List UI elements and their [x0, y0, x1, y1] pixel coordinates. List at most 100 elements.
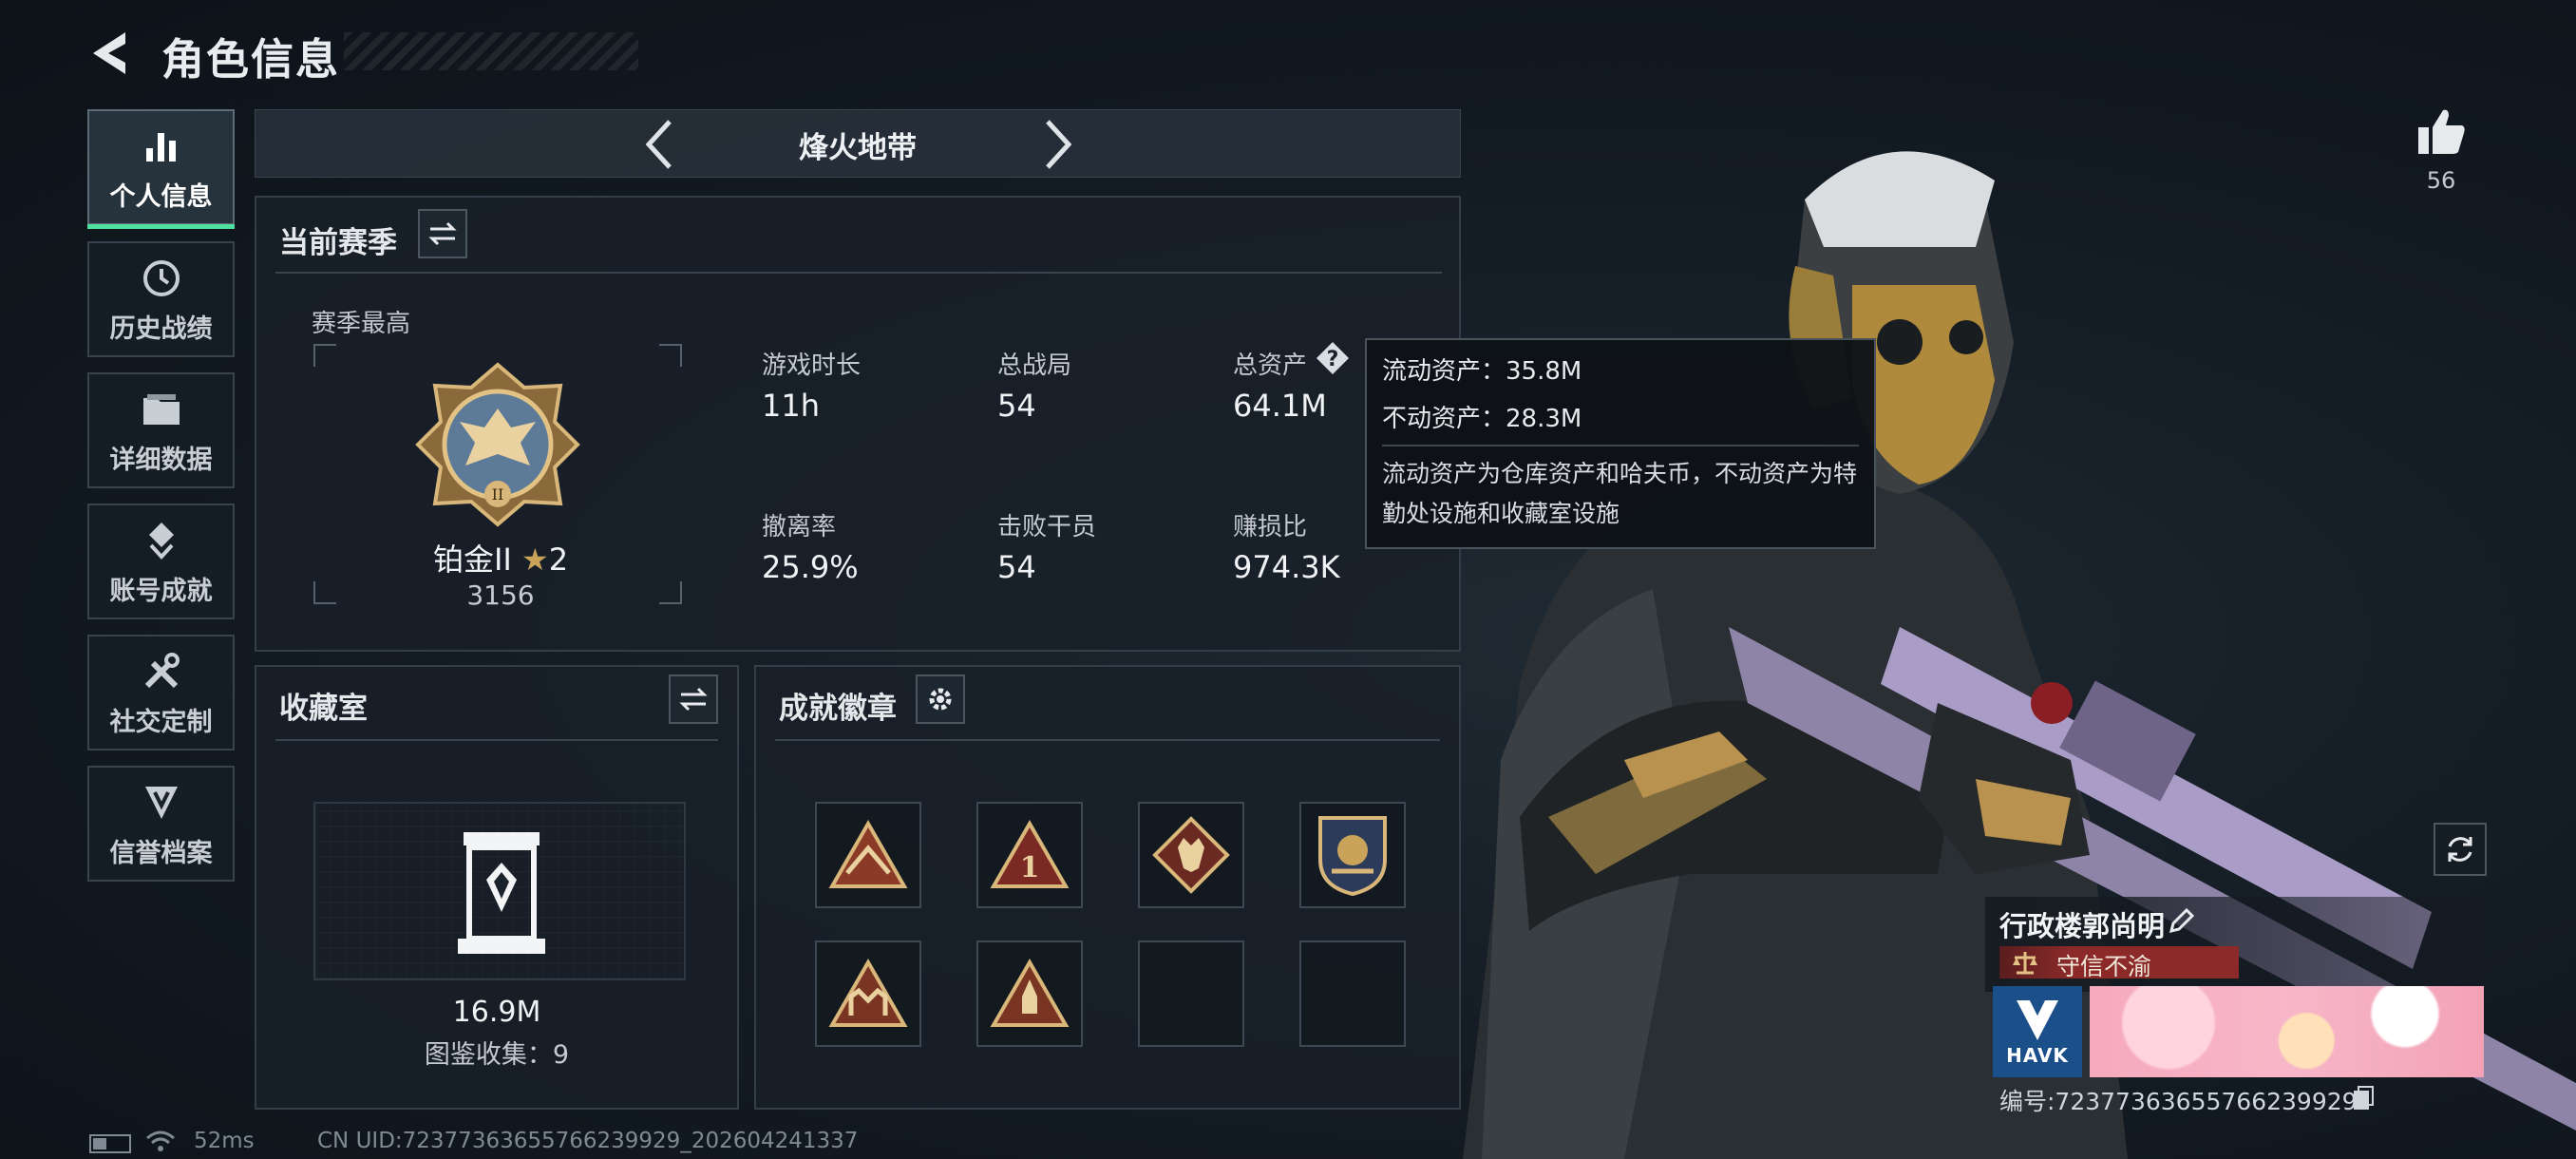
divider: [775, 739, 1440, 741]
edit-name-icon[interactable]: [2168, 906, 2196, 935]
swap-icon: [679, 687, 708, 712]
stat-value-extraction-rate: 25.9%: [762, 549, 859, 585]
stat-value-operators-defeated: 54: [997, 549, 1036, 585]
thumbs-up-icon: [2418, 109, 2465, 154]
page-header: 角色信息: [87, 23, 638, 85]
tooltip-description: 流动资产为仓库资产和哈夫币，不动资产为特勤处设施和收藏室设施: [1382, 460, 1858, 527]
shield-icon: [138, 779, 185, 826]
collection-title: 收藏室: [279, 692, 368, 726]
title-decoration: [344, 32, 638, 70]
achievements-title: 成就徽章: [779, 692, 897, 726]
rank-emblem-icon: II: [412, 359, 583, 530]
swap-icon: [428, 221, 457, 246]
stat-value-playtime: 11h: [762, 388, 820, 424]
stat-label-total-assets: 总资产: [1233, 352, 1308, 380]
achievement-icon: [138, 517, 185, 564]
divider: [275, 739, 718, 741]
divider: [275, 272, 1442, 274]
tooltip-liquid-assets: 流动资产：35.8M: [1382, 357, 1582, 386]
tools-icon: [138, 648, 185, 695]
season-switch-button[interactable]: [418, 209, 467, 258]
badge-slot-empty[interactable]: [1138, 940, 1244, 1047]
display-case-icon: [458, 832, 545, 954]
refresh-button[interactable]: [2434, 823, 2487, 876]
collection-value: 16.9M: [452, 996, 541, 1029]
motto-badge: 守信不渝: [1999, 946, 2239, 980]
team-logo: HAVK: [1993, 986, 2082, 1077]
badge-mountain-icon[interactable]: [815, 802, 921, 908]
back-arrow-icon[interactable]: [87, 28, 133, 78]
rank-name: 铂金II ★2: [420, 536, 581, 580]
frame-corner: [313, 581, 336, 604]
motto-text: 守信不渝: [2056, 953, 2152, 980]
current-season-panel: 当前赛季 赛季最高 II 铂金II ★2 3156 游戏时长 11h 总战局 5…: [255, 196, 1461, 652]
mode-selector: 烽火地带: [255, 109, 1461, 178]
tooltip-fixed-assets: 不动资产：28.3M: [1382, 405, 1582, 433]
sidebar-item-personal-info[interactable]: 个人信息: [87, 109, 235, 229]
player-name: 行政楼郭尚明: [1999, 910, 2166, 942]
sidebar-item-reputation[interactable]: 信誉档案: [87, 766, 235, 882]
sidebar-item-label: 信誉档案: [109, 838, 213, 868]
season-best-label: 赛季最高: [312, 310, 411, 338]
divider: [1382, 445, 1859, 446]
sidebar-item-social-custom[interactable]: 社交定制: [87, 635, 235, 750]
battery-icon: [89, 1134, 131, 1153]
mode-name: 烽火地带: [799, 131, 917, 165]
player-banner: [2090, 986, 2484, 1077]
ping-text: 52ms: [194, 1129, 255, 1153]
rank-title: 铂金II: [432, 542, 512, 578]
stat-label-total-games: 总战局: [997, 352, 1072, 380]
badge-fortress-icon[interactable]: [815, 940, 921, 1047]
sidebar-item-label: 账号成就: [109, 576, 213, 606]
sidebar-item-label: 历史战绩: [109, 314, 213, 344]
next-mode-button[interactable]: [1031, 118, 1084, 171]
collection-panel: 收藏室 16.9M 图鉴收集：9: [255, 665, 739, 1110]
stat-label-playtime: 游戏时长: [762, 352, 862, 380]
collection-preview[interactable]: [313, 802, 686, 980]
refresh-icon: [2448, 837, 2472, 862]
copy-icon[interactable]: [2352, 1085, 2375, 1112]
stat-value-total-games: 54: [997, 388, 1036, 424]
scales-icon: [2013, 952, 2037, 975]
badge-crest-icon[interactable]: [1299, 802, 1406, 908]
folder-icon: [138, 386, 185, 433]
help-icon[interactable]: ?: [1315, 340, 1351, 376]
sidebar-item-achievements[interactable]: 账号成就: [87, 504, 235, 619]
sidebar-item-label: 个人信息: [109, 181, 213, 212]
page-title: 角色信息: [161, 34, 341, 85]
svg-text:?: ?: [1327, 348, 1339, 371]
bar-chart-icon: [138, 123, 185, 170]
svg-text:1: 1: [1020, 851, 1040, 884]
wifi-icon: [144, 1129, 177, 1153]
stat-label-operators-defeated: 击败干员: [997, 513, 1097, 542]
assets-tooltip: 流动资产：35.8M 不动资产：28.3M 流动资产为仓库资产和哈夫币，不动资产…: [1365, 338, 1876, 549]
collection-switch-button[interactable]: [669, 674, 718, 724]
badge-number-one-icon[interactable]: 1: [976, 802, 1083, 908]
team-logo-text: HAVK: [2006, 1044, 2069, 1067]
sidebar-item-label: 详细数据: [109, 445, 213, 475]
uid-text: CN UID:72377363655766239929_202604241337: [317, 1129, 859, 1153]
svg-text:II: II: [492, 485, 504, 504]
achievements-settings-button[interactable]: [916, 674, 965, 724]
badge-wolf-icon[interactable]: [1138, 802, 1244, 908]
team-logo-icon: [2017, 1000, 2058, 1040]
sidebar-item-detailed-data[interactable]: 详细数据: [87, 372, 235, 488]
star-icon: ★: [521, 542, 549, 578]
frame-corner: [659, 581, 682, 604]
stat-value-profit-loss-ratio: 974.3K: [1233, 549, 1340, 585]
frame-corner: [313, 344, 336, 367]
rank-score: 3156: [466, 580, 535, 611]
achievements-panel: 成就徽章 1: [754, 665, 1461, 1110]
sidebar-item-label: 社交定制: [109, 707, 213, 737]
badge-slot-empty[interactable]: [1299, 940, 1406, 1047]
badge-rocket-icon[interactable]: [976, 940, 1083, 1047]
collection-count: 图鉴收集：9: [424, 1040, 570, 1070]
stat-label-profit-loss-ratio: 赚损比: [1233, 513, 1308, 542]
stat-value-total-assets: 64.1M: [1233, 388, 1327, 424]
stat-label-extraction-rate: 撤离率: [762, 513, 837, 542]
sidebar-item-history[interactable]: 历史战绩: [87, 241, 235, 357]
like-button[interactable]: [2415, 104, 2468, 158]
like-count: 56: [2426, 167, 2456, 194]
frame-corner: [659, 344, 682, 367]
history-icon: [138, 255, 185, 302]
